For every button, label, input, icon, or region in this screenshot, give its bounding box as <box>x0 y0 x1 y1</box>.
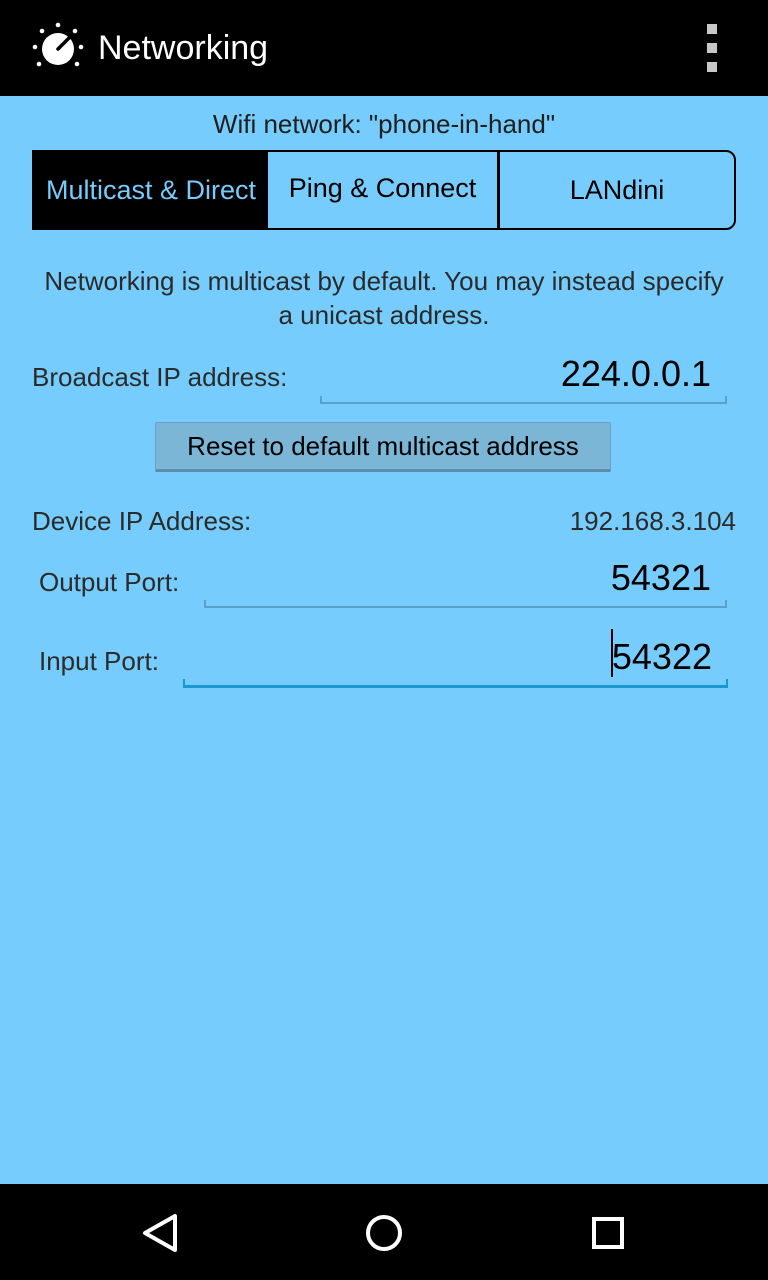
tab-multicast-direct[interactable]: Multicast & Direct <box>34 152 268 228</box>
tab-landini[interactable]: LANdini <box>500 152 734 228</box>
overflow-menu-icon[interactable] <box>696 24 728 72</box>
input-port-field[interactable]: 54322 <box>183 628 728 688</box>
system-nav-bar <box>0 1184 768 1280</box>
knob-icon <box>32 22 84 67</box>
broadcast-ip-field[interactable]: 224.0.0.1 <box>320 346 727 404</box>
output-port-label: Output Port: <box>39 567 180 597</box>
recents-icon[interactable] <box>583 1208 633 1258</box>
app-title: Networking <box>98 29 269 67</box>
output-port-field[interactable]: 54321 <box>204 550 727 608</box>
broadcast-ip-label: Broadcast IP address: <box>32 362 288 392</box>
device-ip-value: 192.168.3.104 <box>569 506 736 536</box>
description-text: Networking is multicast by default. You … <box>44 266 724 330</box>
home-icon[interactable] <box>359 1208 409 1258</box>
wifi-network-label: Wifi network: "phone-in-hand" <box>212 109 556 139</box>
action-bar: Networking <box>0 0 768 96</box>
input-port-label: Input Port: <box>39 646 159 676</box>
device-ip-label: Device IP Address: <box>32 506 252 536</box>
back-icon[interactable] <box>135 1208 185 1258</box>
input-port-value: 54322 <box>611 636 712 677</box>
broadcast-ip-value: 224.0.0.1 <box>560 353 711 394</box>
tab-ping-connect[interactable]: Ping & Connect <box>268 152 500 228</box>
mode-tabs: Multicast & Direct Ping & Connect LANdin… <box>32 150 736 230</box>
output-port-value: 54321 <box>610 557 711 598</box>
reset-multicast-button[interactable]: Reset to default multicast address <box>155 422 611 472</box>
